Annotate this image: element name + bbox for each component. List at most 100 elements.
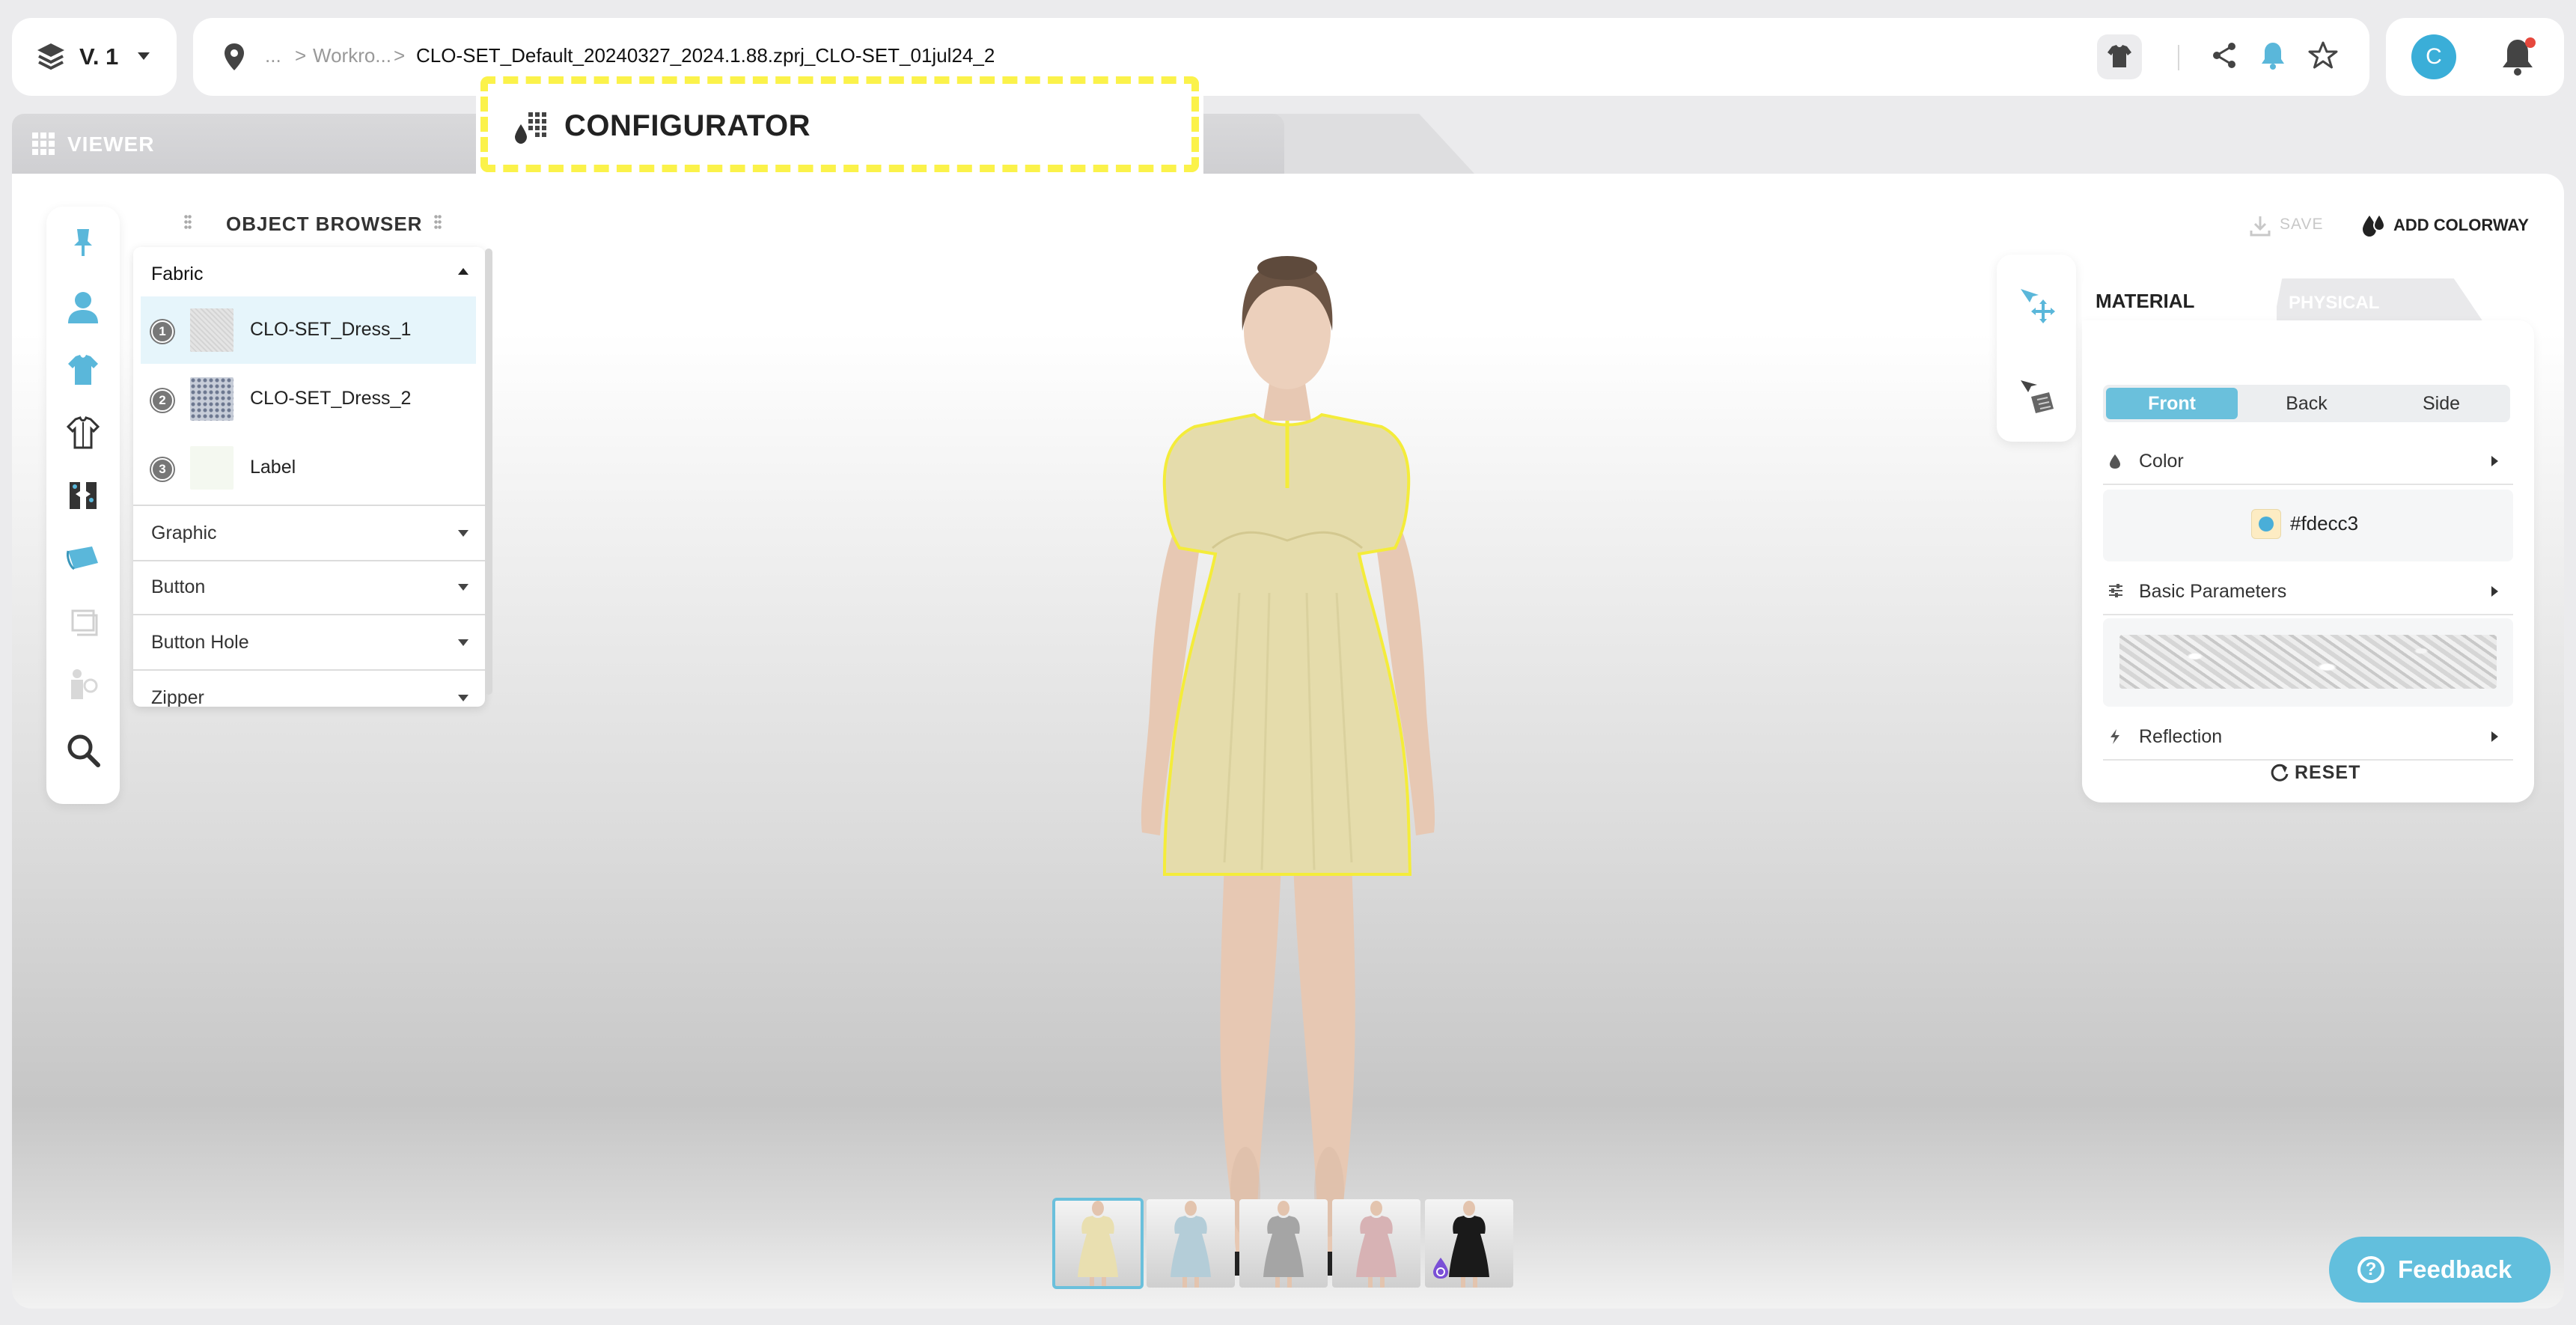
colorway-thumbnail[interactable] xyxy=(1239,1199,1328,1288)
star-icon[interactable] xyxy=(2308,40,2338,70)
add-colorway-label: ADD COLORWAY xyxy=(2393,216,2529,234)
colorway-drops-icon xyxy=(2360,213,2387,238)
breadcrumb-filename: CLO-SET_Default_20240327_2024.1.88.zprj_… xyxy=(416,44,995,67)
garment-icon[interactable] xyxy=(2096,33,2143,81)
section-zipper[interactable]: Zipper xyxy=(133,671,485,707)
dress-preview xyxy=(1263,1201,1304,1288)
color-label: Color xyxy=(2139,451,2184,472)
grid-icon xyxy=(31,132,55,156)
chevron-right-icon xyxy=(2491,586,2498,597)
drop-icon xyxy=(2108,452,2122,470)
trims-icon[interactable] xyxy=(65,415,101,451)
colorway-thumbnail[interactable] xyxy=(1147,1199,1235,1288)
pin-icon[interactable] xyxy=(65,225,101,261)
left-toolbar xyxy=(46,207,120,804)
fabric-icon[interactable] xyxy=(65,540,101,576)
drag-handle-icon[interactable] xyxy=(434,214,442,231)
breadcrumb-separator: > xyxy=(394,44,406,67)
color-section-header[interactable]: Color xyxy=(2103,439,2513,485)
side-side-button[interactable]: Side xyxy=(2375,388,2507,419)
section-label: Button Hole xyxy=(151,632,249,653)
view-tools xyxy=(1997,255,2076,442)
tab-configurator[interactable]: CONFIGURATOR xyxy=(476,72,1203,177)
search-icon[interactable] xyxy=(65,732,101,768)
add-colorway-button[interactable]: ADD COLORWAY xyxy=(2345,202,2534,249)
fabric-swatch xyxy=(190,446,234,490)
color-card[interactable]: #fdecc3 xyxy=(2103,490,2513,561)
item-number: 3 xyxy=(151,458,174,481)
location-pin-icon[interactable] xyxy=(223,42,245,72)
fabric-item[interactable]: 3 Label xyxy=(141,434,476,502)
fabric-swatch xyxy=(190,377,234,421)
colorway-thumbnails xyxy=(1052,1198,1518,1292)
reflection-header[interactable]: Reflection xyxy=(2103,714,2513,761)
user-area: C xyxy=(2386,18,2564,96)
fabric-item[interactable]: 2 CLO-SET_Dress_2 xyxy=(141,365,476,433)
select-fabric-icon[interactable] xyxy=(2018,377,2057,416)
version-selector[interactable]: V. 1 xyxy=(12,18,177,96)
breadcrumb-separator: > xyxy=(295,44,307,67)
dress-preview xyxy=(1171,1201,1211,1288)
texture-preview xyxy=(2119,635,2497,689)
pattern-icon[interactable] xyxy=(65,478,101,514)
tab-physical-label: PHYSICAL xyxy=(2289,293,2380,313)
tab-physical[interactable]: PHYSICAL xyxy=(2274,278,2483,322)
section-button[interactable]: Button xyxy=(133,560,485,615)
garment-icon[interactable] xyxy=(65,352,101,388)
section-graphic[interactable]: Graphic xyxy=(133,505,485,561)
section-label: Fabric xyxy=(151,264,204,284)
material-panel-body: Front Back Side Color #fdecc3 Basic Para… xyxy=(2082,320,2534,802)
drag-handle-icon[interactable] xyxy=(184,214,192,231)
fabric-swatch xyxy=(190,308,234,352)
section-button-hole[interactable]: Button Hole xyxy=(133,615,485,671)
reset-icon xyxy=(2269,762,2290,783)
texture-card[interactable] xyxy=(2103,618,2513,707)
chevron-down-icon xyxy=(458,584,468,591)
lightning-icon xyxy=(2108,728,2122,746)
side-front-button[interactable]: Front xyxy=(2106,388,2238,419)
colorway-thumbnail[interactable] xyxy=(1052,1198,1144,1289)
feedback-label: Feedback xyxy=(2398,1255,2512,1283)
save-label: SAVE xyxy=(2280,216,2324,233)
object-browser-title: OBJECT BROWSER xyxy=(226,213,423,235)
notification-bell-icon[interactable] xyxy=(2259,40,2287,70)
layers-disabled-icon xyxy=(65,603,101,639)
avatar[interactable]: C xyxy=(2411,34,2456,79)
dress-preview xyxy=(1356,1201,1397,1288)
section-fabric[interactable]: Fabric xyxy=(133,247,485,301)
reset-button[interactable]: RESET xyxy=(2269,758,2374,788)
tab-material[interactable]: MATERIAL xyxy=(2082,271,2277,322)
fabric-name: Label xyxy=(250,457,296,478)
scrollbar[interactable] xyxy=(485,249,492,695)
breadcrumb-ellipsis[interactable]: ... xyxy=(265,39,281,72)
reflection-label: Reflection xyxy=(2139,726,2223,747)
basic-parameters-header[interactable]: Basic Parameters xyxy=(2103,569,2513,615)
chevron-down-icon xyxy=(458,530,468,537)
side-back-button[interactable]: Back xyxy=(2241,388,2372,419)
section-label: Zipper xyxy=(151,687,204,707)
save-button[interactable]: SAVE xyxy=(2244,211,2326,241)
object-browser-header: OBJECT BROWSER xyxy=(132,204,495,243)
chevron-down-icon xyxy=(138,52,150,60)
feedback-button[interactable]: ? Feedback xyxy=(2329,1237,2551,1303)
basic-parameters-label: Basic Parameters xyxy=(2139,581,2287,602)
dress-preview xyxy=(1078,1201,1118,1288)
share-icon[interactable] xyxy=(2209,40,2239,70)
colorway-thumbnail[interactable] xyxy=(1332,1199,1420,1288)
tab-viewer-label: VIEWER xyxy=(67,132,155,156)
object-browser-list: Fabric 1 CLO-SET_Dress_1 2 CLO-SET_Dress… xyxy=(133,247,485,707)
fabric-name: CLO-SET_Dress_1 xyxy=(250,319,412,340)
side-selector: Front Back Side xyxy=(2103,385,2510,422)
color-swatch[interactable] xyxy=(2251,509,2281,539)
object-browser: OBJECT BROWSER Fabric 1 CLO-SET_Dress_1 … xyxy=(132,204,495,707)
section-label: Graphic xyxy=(151,523,217,543)
fabric-name: CLO-SET_Dress_2 xyxy=(250,388,412,409)
item-number: 1 xyxy=(151,320,174,343)
chevron-right-icon xyxy=(2491,456,2498,466)
measure-disabled-icon xyxy=(65,666,101,702)
breadcrumb-folder[interactable]: Workro... xyxy=(313,39,391,72)
fabric-item[interactable]: 1 CLO-SET_Dress_1 xyxy=(141,296,476,364)
avatar-icon[interactable] xyxy=(65,289,101,325)
move-icon[interactable] xyxy=(2018,286,2057,325)
chevron-down-icon xyxy=(458,695,468,701)
